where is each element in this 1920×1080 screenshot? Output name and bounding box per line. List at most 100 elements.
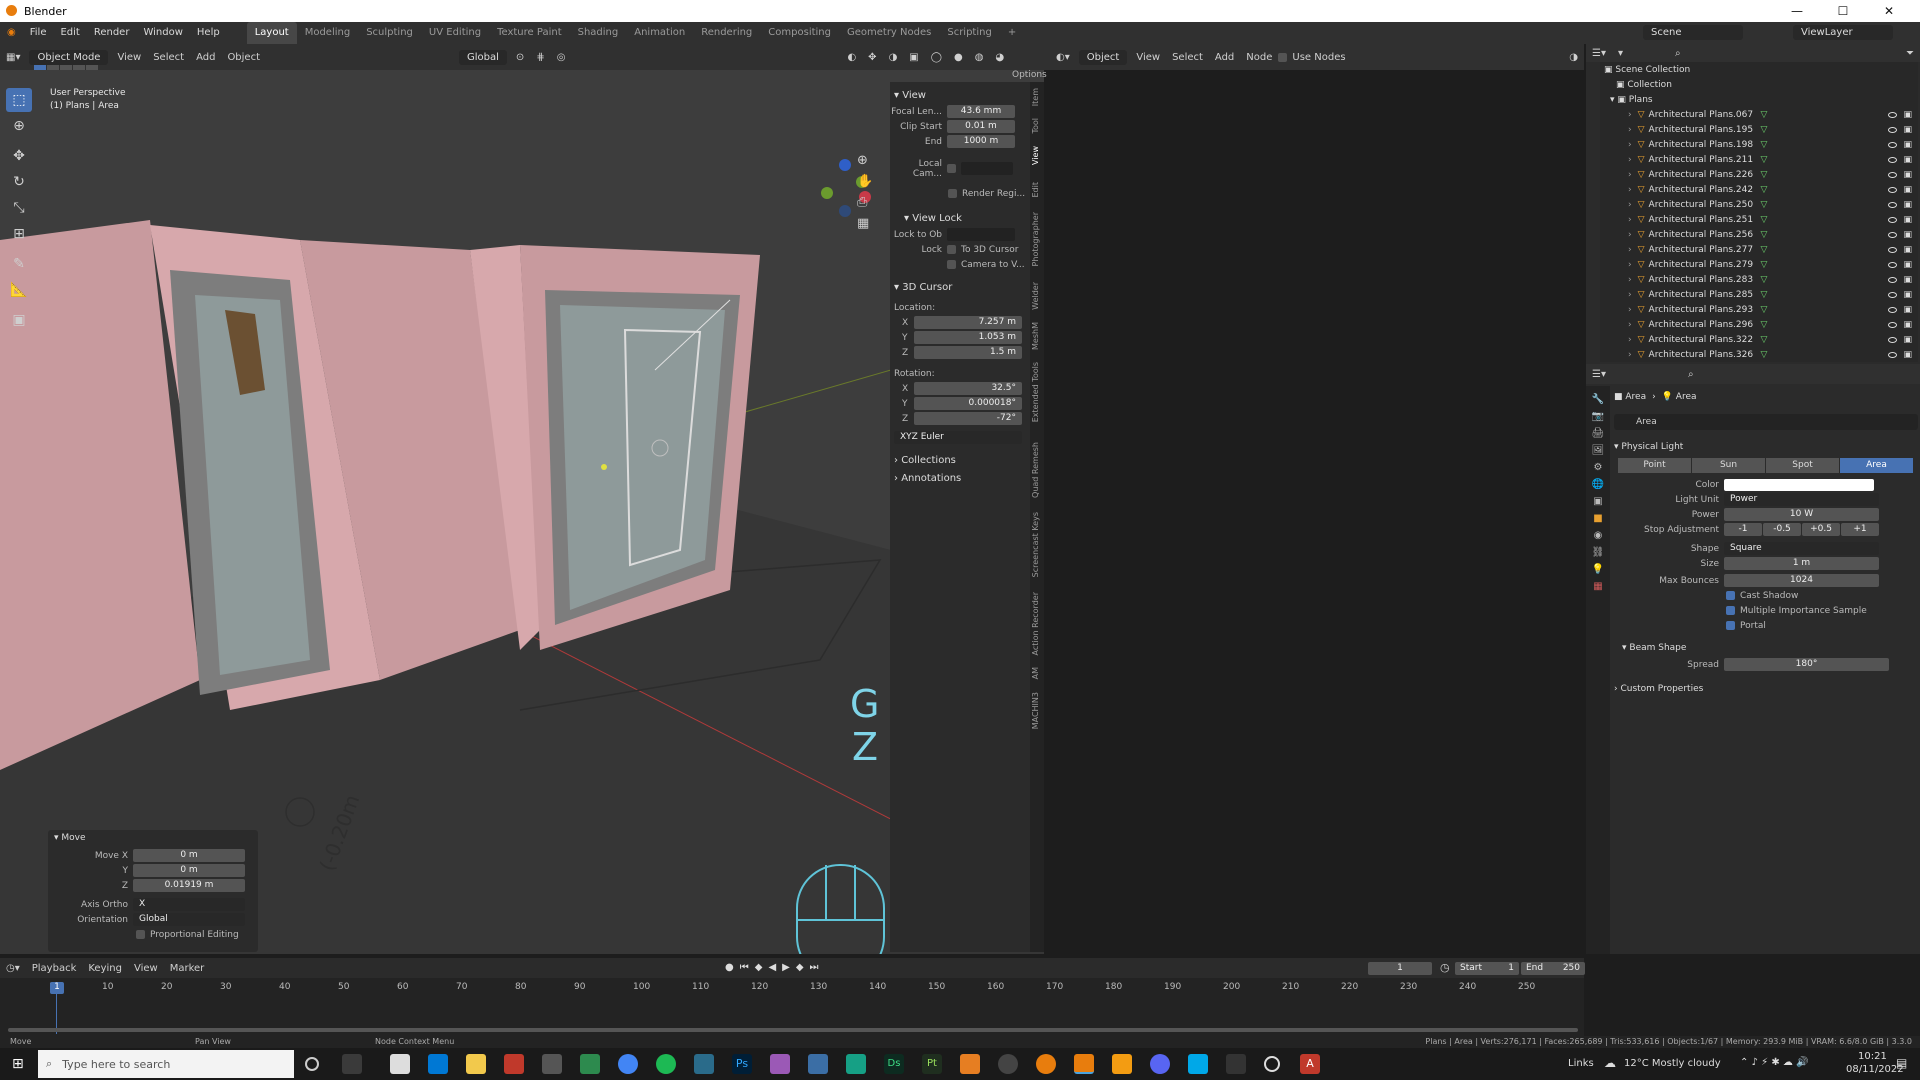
light-unit-dropdown[interactable]: Power [1724,493,1879,506]
mis-checkbox[interactable] [1726,606,1735,615]
render-camera-icon[interactable]: ▣ [1903,260,1912,270]
expand-icon[interactable]: › [1628,185,1632,195]
camera-to-view-checkbox[interactable] [947,260,956,269]
tab-machin3[interactable]: MACHIN3 [1031,692,1040,729]
stop-minus-half[interactable]: -0.5 [1763,523,1801,536]
app-icon-teal[interactable] [694,1054,714,1074]
blender-active-icon[interactable] [1074,1054,1094,1074]
render-camera-icon[interactable]: ▣ [1903,350,1912,360]
tab-tool[interactable]: Tool [1031,118,1040,134]
view-layer-icon[interactable]: 🖼 [1592,445,1605,456]
cast-shadow-checkbox[interactable] [1726,591,1735,600]
shape-dropdown[interactable]: Square [1724,542,1879,555]
3d-cursor-header[interactable]: ▾ 3D Cursor [890,278,1030,296]
expand-icon[interactable]: › [1628,140,1632,150]
play-icon[interactable]: ▶ [782,962,790,973]
app-icon-red[interactable] [504,1054,524,1074]
task-view-icon[interactable] [342,1054,362,1074]
notion-icon[interactable] [390,1054,410,1074]
store-icon[interactable] [428,1054,448,1074]
expand-icon[interactable]: › [1628,260,1632,270]
cursor-rotation-y[interactable]: 0.000018° [914,397,1022,410]
tab-layout[interactable]: Layout [246,22,297,44]
outliner-item[interactable]: › ▽ Architectural Plans.293 ▽ ▣ [1600,302,1918,317]
vlc-icon[interactable] [1112,1054,1132,1074]
visibility-eye-icon[interactable] [1888,291,1898,298]
stop-plus-half[interactable]: +0.5 [1802,523,1840,536]
collection-row[interactable]: ▣ Collection [1600,77,1918,92]
mode-selector[interactable]: Object Mode [29,49,109,65]
cursor-rotation-z[interactable]: -72° [914,412,1022,425]
menu-help[interactable]: Help [190,22,227,44]
spotify-icon[interactable] [656,1054,676,1074]
move-y-field[interactable]: 0 m [133,864,245,877]
transform-orientation[interactable]: Global [459,49,507,65]
custom-properties-header[interactable]: › Custom Properties [1614,680,1918,698]
clip-end-field[interactable]: 1000 m [947,135,1015,148]
plans-row[interactable]: ▾ ▣ Plans [1600,92,1918,107]
timeline-menu-view[interactable]: View [128,963,164,974]
3d-viewport[interactable]: (-0.20m User Perspective (1) Plans | Are… [0,70,1044,954]
viewport-menu-select[interactable]: Select [147,52,190,63]
power-field[interactable]: 10 W [1724,508,1879,521]
timeline-type-icon[interactable]: ◷▾ [0,963,26,974]
outliner-display-icon[interactable]: ▾ [1612,48,1629,59]
current-frame-field[interactable]: 1 [1368,962,1432,975]
physics-props-icon[interactable]: ◉ [1594,530,1603,541]
minimize-icon[interactable]: — [1774,0,1820,22]
light-type-spot[interactable]: Spot [1766,458,1839,473]
collection-props-icon[interactable]: ▣ [1593,496,1602,507]
shader-node-editor[interactable]: ◐▾ Object View Select Add Node Use Nodes… [1050,44,1584,954]
render-camera-icon[interactable]: ▣ [1903,275,1912,285]
spread-field[interactable]: 180° [1724,658,1889,671]
menu-edit[interactable]: Edit [53,22,86,44]
tab-shading[interactable]: Shading [570,22,627,44]
physical-light-header[interactable]: ▾ Physical Light [1614,438,1918,456]
scene-collection-row[interactable]: ▣ Scene Collection [1600,62,1918,77]
stop-plus-1[interactable]: +1 [1841,523,1879,536]
visibility-icon[interactable]: ◐ [841,52,862,63]
timeline-menu-marker[interactable]: Marker [164,963,211,974]
maximize-icon[interactable]: ☐ [1820,0,1866,22]
output-props-icon[interactable]: 🖨 [1592,428,1605,439]
jump-start-icon[interactable]: ⏮ [740,962,749,973]
visibility-eye-icon[interactable] [1888,156,1898,163]
annotations-header[interactable]: › Annotations [890,469,1030,487]
outliner-item[interactable]: › ▽ Architectural Plans.283 ▽ ▣ [1600,272,1918,287]
expand-icon[interactable]: › [1628,230,1632,240]
node-menu-view[interactable]: View [1130,52,1166,63]
start-frame-field[interactable]: Start 1 [1455,962,1519,975]
timeline[interactable]: ◷▾ Playback Keying View Marker ● ⏮ ◆ ◀ ▶… [0,958,1585,1036]
painter-icon[interactable]: Pt [922,1054,942,1074]
outliner-item[interactable]: › ▽ Architectural Plans.198 ▽ ▣ [1600,137,1918,152]
menu-render[interactable]: Render [87,22,137,44]
viewlayer-selector[interactable]: ViewLayer [1793,25,1893,40]
viewport-menu-add[interactable]: Add [190,52,221,63]
visibility-eye-icon[interactable] [1888,216,1898,223]
timeline-menu-keying[interactable]: Keying [82,963,128,974]
zoom-icon[interactable]: ⊕ [857,153,873,168]
menu-file[interactable]: File [23,22,54,44]
measure-tool-icon[interactable]: 📐 [6,278,32,302]
visibility-eye-icon[interactable] [1888,126,1898,133]
blender-menu-icon[interactable]: ◉ [0,22,23,44]
outliner-item[interactable]: › ▽ Architectural Plans.296 ▽ ▣ [1600,317,1918,332]
tab-item[interactable]: Item [1031,88,1040,106]
render-region-checkbox[interactable] [948,189,957,198]
orientation-dropdown[interactable]: Global [133,913,245,926]
view-lock-header[interactable]: ▾ View Lock [890,209,1030,227]
local-camera-checkbox[interactable] [947,164,956,173]
weather-label[interactable]: 12°C Mostly cloudy [1624,1058,1721,1069]
render-camera-icon[interactable]: ▣ [1903,335,1912,345]
app-icon-blue[interactable] [808,1054,828,1074]
visibility-eye-icon[interactable] [1888,141,1898,148]
scene-props-icon[interactable]: ⚙ [1594,462,1603,473]
light-datablock-field[interactable]: Area [1614,414,1918,430]
pan-hand-icon[interactable]: ✋ [857,174,873,189]
move-panel-header[interactable]: ▾ Move [48,830,258,846]
light-type-sun[interactable]: Sun [1692,458,1765,473]
windows-start-icon[interactable]: ⊞ [12,1056,24,1072]
viewport-menu-object[interactable]: Object [221,52,266,63]
next-key-icon[interactable]: ◆ [796,962,804,973]
camera-icon[interactable]: ⎙ [857,195,873,210]
